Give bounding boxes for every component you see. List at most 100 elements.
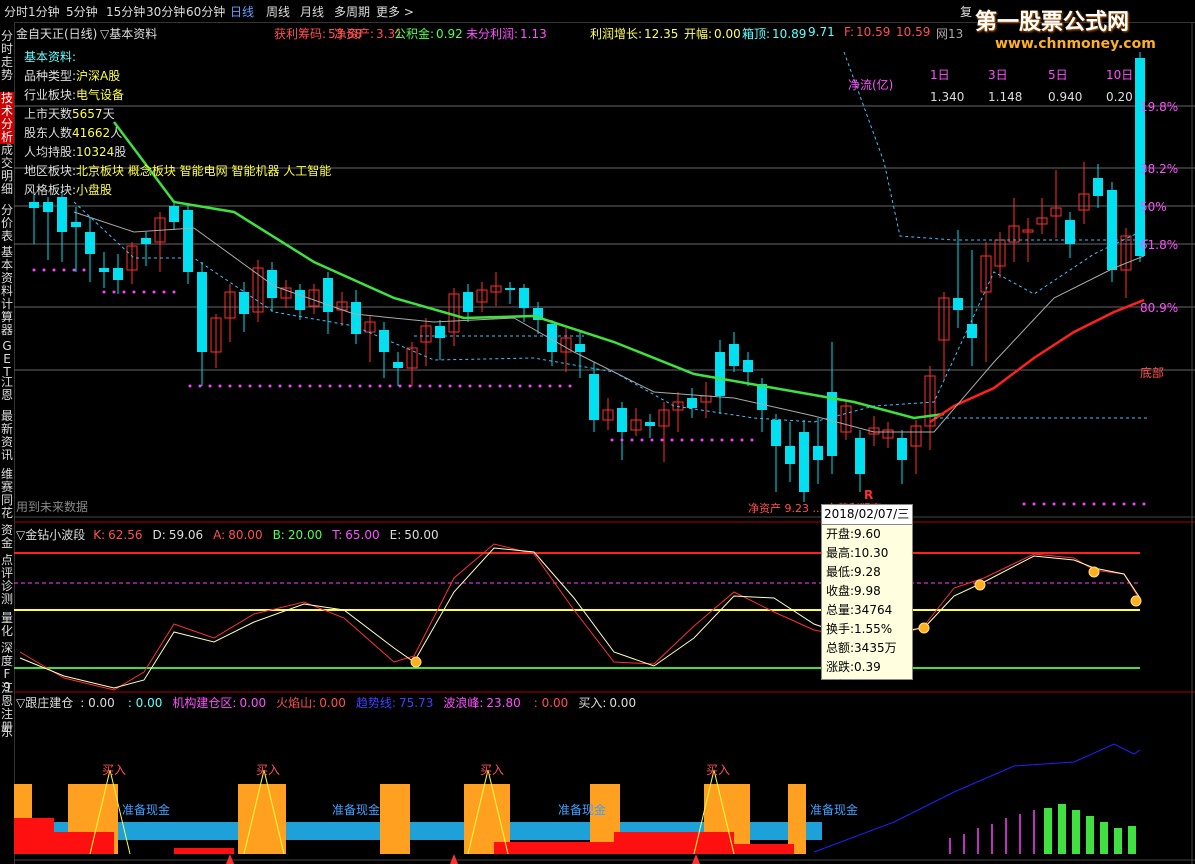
sidebar-tab-2[interactable]: 成交明细 xyxy=(0,144,14,204)
net-flow-value: 0.20 xyxy=(1106,90,1133,104)
support-dot xyxy=(338,384,342,388)
site-logo: 第一股票公式网 www.chnmoney.com xyxy=(975,4,1170,56)
support-dot xyxy=(528,384,532,388)
net-flow-value: 0.940 xyxy=(1048,90,1083,104)
basic-info-label: 地区板块: xyxy=(24,164,77,178)
period-3[interactable]: 15分钟 xyxy=(106,3,145,20)
candle-body xyxy=(1093,178,1103,196)
basic-info-line: 风格板块:小盘股 xyxy=(24,181,331,200)
sidebar-tab-17[interactable]: 东 xyxy=(0,726,14,746)
candle-body xyxy=(589,374,599,420)
candle-body xyxy=(785,446,795,464)
candle-body xyxy=(953,298,963,310)
support-dot xyxy=(1112,502,1116,506)
tooltip-label: 收盘: xyxy=(826,584,855,598)
sidebar-tab-9[interactable]: 维赛 xyxy=(0,468,14,494)
support-dot xyxy=(298,384,302,388)
basic-info-label: 上市天数 xyxy=(24,107,73,121)
sidebar-tab-11[interactable]: 资金 xyxy=(0,524,14,554)
sidebar-tab-3[interactable]: 分价表 xyxy=(0,204,14,246)
fib-level-label: 80.9% xyxy=(1140,301,1179,315)
basic-info-label: 股东人数 xyxy=(24,126,73,140)
sidebar-tab-4[interactable]: 基本资料 xyxy=(0,246,14,298)
basic-info-line: 行业板块:电气设备 xyxy=(24,86,331,105)
support-dot xyxy=(610,438,614,442)
sidebar-tab-13[interactable]: 诊测 xyxy=(0,580,14,612)
period-8[interactable]: 月线 xyxy=(300,3,324,20)
candle-body xyxy=(351,302,361,334)
support-dot xyxy=(368,384,372,388)
buy-label: 买入 xyxy=(256,763,280,777)
follow-value: : 0.00 xyxy=(80,696,115,710)
support-dot xyxy=(162,290,166,294)
sidebar-tab-8[interactable]: 最新资讯 xyxy=(0,410,14,468)
period-4[interactable]: 30分钟 xyxy=(146,3,185,20)
kdj-label: T: xyxy=(332,528,343,542)
period-6[interactable]: 日线 xyxy=(230,3,254,20)
tooltip-row: 最低:9.28 xyxy=(824,563,912,582)
candle-body xyxy=(85,232,95,254)
candle-body xyxy=(43,202,53,212)
signal-coin-icon xyxy=(974,579,986,591)
support-dot xyxy=(1042,502,1046,506)
basic-info-value: 小盘股 xyxy=(76,183,113,197)
candle-tooltip: 2018/02/07/三 开盘:9.60 最高:10.30 最低:9.28 收盘:9.… xyxy=(821,504,913,693)
sidebar-tab-1[interactable]: 技术分析 xyxy=(0,92,14,144)
period-10[interactable]: 更多 > xyxy=(376,3,414,20)
candle-body xyxy=(505,288,515,290)
period-5[interactable]: 60分钟 xyxy=(186,3,225,20)
sidebar-tab-16[interactable]: 江恩注册 xyxy=(0,682,14,734)
follow-value: 75.73 xyxy=(398,696,434,710)
tooltip-label: 涨跌: xyxy=(826,660,855,674)
candle-body xyxy=(379,330,389,352)
support-dot xyxy=(1032,502,1036,506)
support-dot xyxy=(238,384,242,388)
period-2[interactable]: 5分钟 xyxy=(66,3,98,20)
support-dot xyxy=(112,290,116,294)
support-dot xyxy=(428,384,432,388)
top-right-label[interactable]: 复 xyxy=(960,3,972,20)
kdj-title[interactable]: ▽金钻小波段 xyxy=(16,528,85,542)
basic-info-suffix: 人 xyxy=(110,126,123,140)
sidebar-tab-14[interactable]: 量化 xyxy=(0,612,14,642)
buy-label: 买入 xyxy=(480,763,504,777)
wave-peak-bar xyxy=(1100,822,1108,854)
follow-title[interactable]: ▽跟庄建仓 xyxy=(16,696,73,710)
basic-info-value: 北京板块 概念板块 智能电网 智能机器 人工智能 xyxy=(76,164,332,178)
period-7[interactable]: 周线 xyxy=(266,3,290,20)
candle-body xyxy=(827,392,837,456)
basic-info-value: 电气设备 xyxy=(76,88,125,102)
support-dot xyxy=(62,268,66,272)
support-dot xyxy=(308,384,312,388)
candle-body xyxy=(141,238,151,244)
sidebar-tab-12[interactable]: 点评 xyxy=(0,554,14,580)
basic-info-value: 沪深A股 xyxy=(76,69,121,83)
period-0[interactable]: 分时 xyxy=(4,3,28,20)
tooltip-value: 0.39 xyxy=(854,660,881,674)
support-dot xyxy=(680,438,684,442)
sidebar-tab-0[interactable]: 分时走势 xyxy=(0,30,14,92)
r-marker: R xyxy=(864,488,874,502)
follow-value: 0.00 xyxy=(319,696,346,710)
support-dot xyxy=(132,290,136,294)
candle-body xyxy=(855,438,865,474)
tooltip-date: 2018/02/07/三 xyxy=(822,505,912,525)
signal-coin-icon xyxy=(410,656,422,668)
basic-info-label: 行业板块: xyxy=(24,88,77,102)
sidebar-tab-15[interactable]: 深度F9 xyxy=(0,642,14,694)
candle-body xyxy=(71,222,81,227)
sidebar-tab-6[interactable]: GET xyxy=(0,340,14,379)
net-flow-day: 5日 xyxy=(1048,68,1068,82)
follow-label: 火焰山: xyxy=(276,696,317,710)
prepare-cash-label: 准备现金 xyxy=(122,802,170,817)
sidebar-tab-5[interactable]: 计算器 xyxy=(0,298,14,340)
follow-value: : 0.00 xyxy=(533,696,569,710)
kdj-value: 65.00 xyxy=(345,528,380,542)
period-9[interactable]: 多周期 xyxy=(334,3,370,20)
sidebar-tab-7[interactable]: 江恩 xyxy=(0,376,14,410)
period-1[interactable]: 1分钟 xyxy=(28,3,60,20)
candle-body xyxy=(757,384,767,410)
support-dot xyxy=(328,384,332,388)
candle-body xyxy=(813,446,823,460)
sidebar-tab-10[interactable]: 同花 xyxy=(0,494,14,524)
